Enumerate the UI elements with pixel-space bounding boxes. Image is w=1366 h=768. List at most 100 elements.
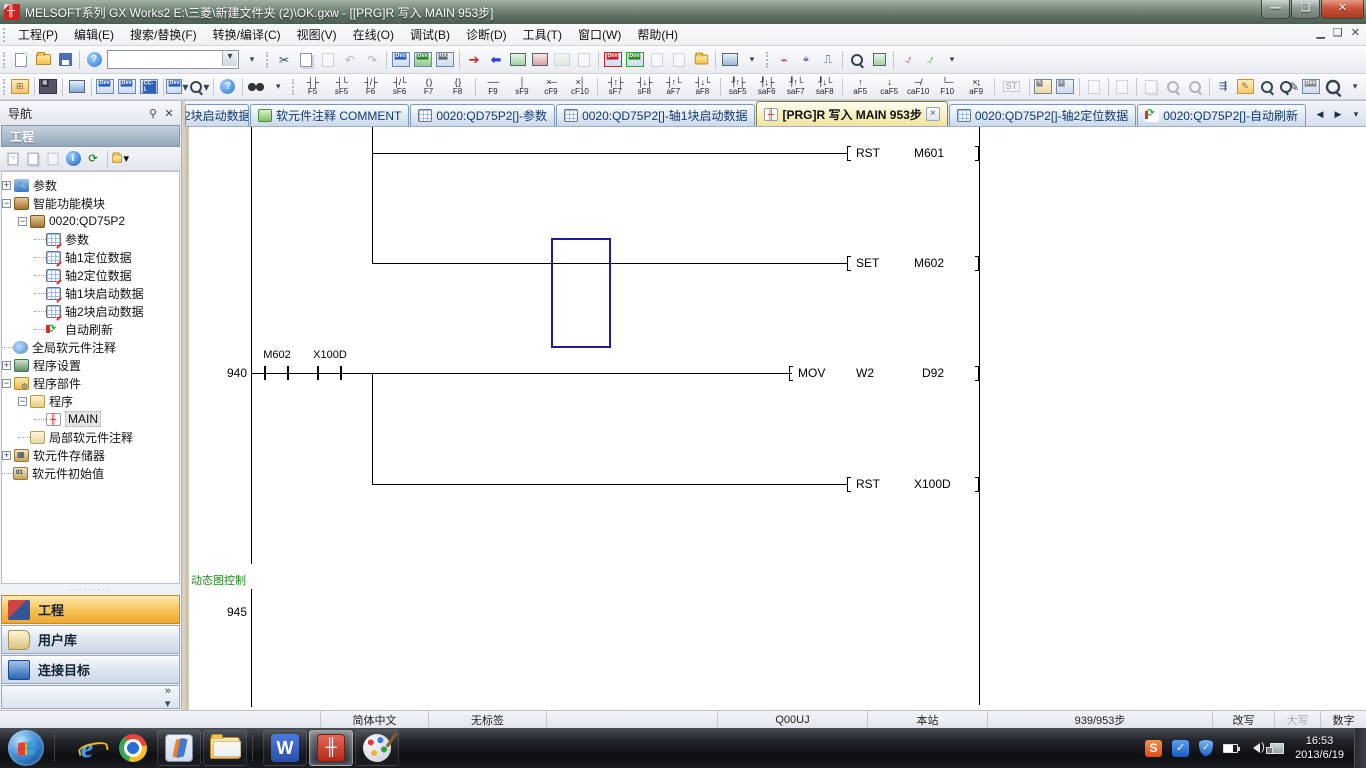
toolbar-overflow-icon[interactable]: ▾ [242,50,262,70]
nav-paste-icon[interactable] [44,150,62,168]
write-mode-icon[interactable]: ✎ [1235,77,1255,97]
navigation-window-toggle[interactable]: ⊞ [10,77,30,97]
device-display-dropdown[interactable]: Dev▾ [167,77,187,97]
tray-battery-icon[interactable] [1223,744,1238,753]
instruction-rst-m601[interactable]: RST M601 [847,145,979,161]
copy-button[interactable] [296,50,316,70]
tab-auto-refresh[interactable]: 0020:QD75P2[]-自动刷新 [1137,104,1306,126]
nav-splitter-handle[interactable]: ········· [0,584,181,594]
close-button[interactable]: ✕ [1321,0,1364,19]
toolbar-overflow-icon[interactable]: ▾ [268,77,288,97]
ladder-key-closed-contact[interactable]: ┤/├F6 [357,76,384,98]
monitor-mode-icon[interactable] [1257,77,1277,97]
menu-view[interactable]: 视图(V) [289,24,345,45]
taskbar-chrome-icon[interactable] [111,730,155,766]
inline-statement-icon[interactable]: -⊦ [1055,77,1075,97]
tab-main-program[interactable]: [PRG]R 写入 MAIN 953步× [756,101,947,126]
next-window-button[interactable] [669,50,689,70]
device-test-2-icon[interactable]: Dev [625,50,645,70]
contact-m602[interactable] [264,366,289,380]
device-find-icon[interactable]: Dev [95,77,115,97]
tab-scroll-left-button[interactable]: ◀ [1312,106,1328,123]
search-rung-1-icon[interactable] [1163,77,1183,97]
tray-network-icon[interactable] [1270,743,1284,754]
watch-start-icon[interactable] [847,50,867,70]
save-project-button[interactable] [55,50,75,70]
read-from-plc-button[interactable]: ⬅ [486,50,506,70]
tree-item-program-setting[interactable]: +程序设置 [2,356,179,374]
taskbar-paint-icon[interactable] [355,730,399,766]
tree-item-global-device-comment[interactable]: 全局软元件注释 [2,338,179,356]
tray-shield-icon[interactable]: ✓ [1199,740,1213,756]
scaling-2-icon[interactable]: ⍻ [920,50,940,70]
device-register-tool-icon[interactable]: ⌖ [796,50,816,70]
find-binoculars-icon[interactable] [246,77,266,97]
taskbar-clock[interactable]: 16:53 2013/6/19 [1295,734,1344,762]
device-search-dropdown[interactable]: ▾ [189,77,209,97]
device-monitor-icon[interactable]: Dev [413,50,433,70]
device-ccl-icon[interactable]: CC-L [139,77,159,97]
tab-axis2-block-start[interactable]: 轴2块启动数据 [185,104,249,126]
module-configuration-icon[interactable]: ▦ [38,77,58,97]
open-project-button[interactable] [33,50,53,70]
ladder-key-delete-rung[interactable]: ×↨aF9 [963,76,990,98]
menu-convert-compile[interactable]: 转换/编译(C) [205,24,289,45]
tray-input-icon[interactable]: S [1145,740,1162,757]
monitor-stop-button[interactable] [530,50,550,70]
function-block-list-icon[interactable] [67,77,87,97]
undo-button[interactable]: ↶ [340,50,360,70]
tree-item-axis1-positioning[interactable]: 轴1定位数据 [2,248,179,266]
nav-button-connection[interactable]: 连接目标 [1,655,180,684]
ladder-key-invert-rise[interactable]: ↑aF5 [847,76,874,98]
nav-copy-icon[interactable] [24,150,42,168]
tree-item-program[interactable]: −程序 [2,392,179,410]
menu-project[interactable]: 工程(P) [10,24,66,45]
tab-close-icon[interactable]: × [926,107,940,121]
ladder-key-delete-hline[interactable]: ×─cF9 [537,76,564,98]
menu-debug[interactable]: 调试(B) [402,24,458,45]
ladder-key-f10[interactable]: └─F10 [934,76,961,98]
read-mode-icon[interactable]: ⇶ [1213,77,1233,97]
ladder-monitor-tool-icon[interactable]: ⌁ [774,50,794,70]
tab-device-comment[interactable]: 软元件注释 COMMENT [250,104,409,126]
tab-list-button[interactable]: ▾ [1348,106,1364,123]
tree-item-axis1-block-start[interactable]: 轴1块启动数据 [2,284,179,302]
search-rung-2-icon[interactable] [1185,77,1205,97]
taskbar-app-icon[interactable] [157,730,201,766]
ladder-key-invert-fall[interactable]: ↓caF5 [876,76,903,98]
nav-button-user-library[interactable]: 用户库 [1,625,180,654]
ladder-key-pulse-fall-branch[interactable]: ┤↓└aF8 [689,76,716,98]
ladder-key-pulse-fall[interactable]: ┤↓├sF8 [631,76,658,98]
zoom-icon[interactable] [1323,77,1343,97]
tree-item-device-memory[interactable]: +软元件存储器 [2,446,179,464]
ladder-key-pulse-ne-rise-branch[interactable]: ┦↑└saF7 [782,76,809,98]
ladder-key-coil[interactable]: ( )F7 [415,76,442,98]
ladder-key-pulse-ne-rise[interactable]: ┦↑├saF5 [724,76,751,98]
instruction-set-m602[interactable]: SET M602 [847,255,979,271]
toolbar-overflow-icon[interactable]: ▾ [942,50,962,70]
verify-with-plc-button[interactable] [552,50,572,70]
monitor-start-button[interactable] [508,50,528,70]
tree-item-intelligent-module[interactable]: −智能功能模块 [2,194,179,212]
ladder-key-pulse-rise-branch[interactable]: ┤↑└aF7 [660,76,687,98]
ladder-key-invert-result[interactable]: ─/caF10 [905,76,932,98]
tray-volume-icon[interactable] [1248,743,1260,753]
nav-refresh-icon[interactable]: ⟳ [84,150,102,168]
ladder-key-delete-vline[interactable]: ×│cF10 [566,76,593,98]
ladder-key-pulse-ne-fall[interactable]: ┦↓├saF6 [753,76,780,98]
ladder-key-application[interactable]: { }F8 [444,76,471,98]
tab-axis1-block-start[interactable]: 0020:QD75P2[]-轴1块启动数据 [556,104,755,126]
tree-item-parameter[interactable]: +参数 [2,176,179,194]
instruction-rst-x100d[interactable]: RST X100D [847,476,979,492]
menu-help[interactable]: 帮助(H) [629,24,686,45]
inline-comment-icon[interactable]: ✎ [1033,77,1053,97]
ladder-key-open-contact[interactable]: ┤├F5 [299,76,326,98]
new-project-button[interactable] [11,50,31,70]
device-test-icon[interactable]: Dev [603,50,623,70]
taskbar-gxworks2-icon[interactable]: ╫ [309,730,353,766]
nav-close-icon[interactable]: ✕ [161,107,177,120]
transfer-setup-icon[interactable] [720,50,740,70]
contact-x100d[interactable] [317,366,342,380]
find-string-combobox[interactable] [107,50,239,69]
toolbar-overflow-icon[interactable]: ▾ [742,50,762,70]
